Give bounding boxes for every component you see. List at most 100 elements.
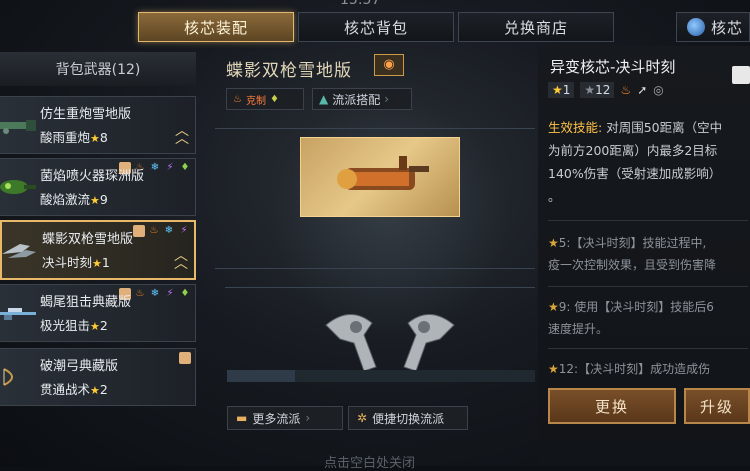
weapon-list-panel: 背包武器(12) 仿生重炮雪地版 酸雨重炮★8 ︿ ︿ ♨ ❄ ⚡ ♦ 菌焰喷火器… <box>0 52 196 466</box>
core-stars: 8 <box>99 130 108 145</box>
upgrade-button[interactable]: 升级 <box>684 388 750 424</box>
divider <box>548 348 748 349</box>
dual-pistol-icon <box>2 244 36 258</box>
skill-text: 。 <box>548 189 561 204</box>
tab-label: 兑换商店 <box>503 18 568 37</box>
core-name: 酸雨重炮 <box>40 130 91 145</box>
bonus-text: 速度提升。 <box>548 322 609 336</box>
core-stats: ★1 ★12 ♨ ➚ ◎ <box>548 82 664 98</box>
star-icon: ★ <box>90 132 100 145</box>
replace-label: 更换 <box>594 397 629 416</box>
weapon-card-1[interactable]: 仿生重炮雪地版 酸雨重炮★8 ︿ ︿ <box>0 96 196 154</box>
counter-tag-label: 克制 <box>245 95 266 107</box>
star-icon: ★ <box>90 320 100 333</box>
sniper-rifle-icon <box>0 308 36 320</box>
bullet-icon: ▬ <box>236 411 248 425</box>
bonus-text: 疫一次控制效果，且受到伤害降 <box>548 258 717 272</box>
fire-icon: ♨ <box>620 83 632 97</box>
tab-core-bag[interactable]: 核芯背包 <box>298 12 454 42</box>
core-name: 极光狙击 <box>40 318 91 333</box>
fire-icon: ♨ <box>149 225 159 236</box>
dual-pistols-model <box>325 314 455 372</box>
upgrade-label: 升级 <box>699 397 734 416</box>
weapon-card-5[interactable]: 破潮弓典藏版 贯通战术★2 <box>0 348 196 406</box>
weapon-core: 极光狙击★2 <box>40 315 108 334</box>
swirl-icon: ◎ <box>653 83 664 97</box>
weapon-card-4[interactable]: ♨ ❄ ⚡ ♦ 蝎尾狙击典藏版 极光狙击★2 <box>0 284 196 342</box>
core-stars: 9 <box>99 192 108 207</box>
core-name: 决斗时刻 <box>42 255 93 270</box>
more-styles-label: 更多流派 <box>252 411 301 426</box>
flamethrower-icon <box>0 180 36 194</box>
weapon-name: 蝎尾狙击典藏版 <box>40 295 132 310</box>
star-icon: ★ <box>548 362 559 376</box>
fire-icon: ♨ <box>135 288 145 299</box>
star-icon: ★ <box>584 83 596 97</box>
weapon-name: 仿生重炮雪地版 <box>40 107 132 122</box>
weapon-core: 酸雨重炮★8 <box>40 127 108 146</box>
droplet-icon: ♦ <box>180 288 190 299</box>
close-hint: 点击空白处关闭 <box>324 456 416 471</box>
skill-text: 为前方200距离）内最多2目标 <box>548 143 718 158</box>
progress-strip <box>227 370 535 382</box>
star-icon: ★ <box>90 194 100 207</box>
divider <box>548 220 748 221</box>
core-item-card[interactable] <box>300 137 460 217</box>
star-count-2: ★12 <box>580 82 615 98</box>
star-icon: ★ <box>552 83 563 97</box>
counter-tag[interactable]: ♨ 克制 ♦ <box>226 88 304 110</box>
weapon-title: 蝶影双枪雪地版 <box>226 61 352 81</box>
weapon-core: 酸焰激流★9 <box>40 189 108 208</box>
skill-description: 生效技能: 对周围50距离（空中 为前方200距离）内最多2目标 140%伤害（… <box>548 116 750 208</box>
bonus-9: ★9: 使用【决斗时刻】技能后6 速度提升。 <box>548 296 750 340</box>
lightning-icon: ⚡ <box>166 288 174 299</box>
top-tab-bar: 核芯装配 核芯背包 兑换商店 核芯 <box>0 0 750 46</box>
tab-exchange-shop[interactable]: 兑换商店 <box>458 12 614 42</box>
core-stars: 2 <box>99 318 108 333</box>
core-name: 贯通战术 <box>40 382 91 397</box>
gatling-core-icon <box>337 156 429 190</box>
heavy-cannon-icon <box>0 120 36 134</box>
star-icon: ★ <box>90 384 100 397</box>
tab-label: 核芯背包 <box>343 18 408 37</box>
core-currency-icon <box>687 18 705 36</box>
chevron-right-icon: › <box>305 411 311 425</box>
more-styles-button[interactable]: ▬ 更多流派 › <box>227 406 343 430</box>
star-value: 1 <box>562 83 571 97</box>
core-name: 酸焰激流 <box>40 192 91 207</box>
style-match-tag[interactable]: ▲ 流派搭配 › <box>312 88 412 110</box>
gear-icon: ✲ <box>357 411 368 425</box>
triangle-icon: ▲ <box>319 92 329 106</box>
skill-label: 生效技能: <box>548 120 603 135</box>
tab-core-currency[interactable]: 核芯 <box>676 12 750 42</box>
eye-icon[interactable]: ◉ <box>374 54 404 76</box>
weapon-card-3-selected[interactable]: ♨ ❄ ⚡ 蝶影双枪雪地版 决斗时刻★1 ︿ ︿ <box>0 220 196 280</box>
core-detail-panel: 异变核芯-决斗时刻 ★1 ★12 ♨ ➚ ◎ 生效技能: 对周围50距离（空中 … <box>538 46 750 466</box>
grid-icon <box>179 352 191 364</box>
weapon-core: 贯通战术★2 <box>40 379 108 398</box>
divider <box>215 128 535 129</box>
replace-button[interactable]: 更换 <box>548 388 676 424</box>
chevron-up-icon: ︿ ︿ <box>174 248 188 272</box>
skill-text: 对周围50距离（空中 <box>606 120 723 135</box>
divider <box>215 268 535 269</box>
tab-label: 核芯 <box>711 18 744 37</box>
weapon-list-title: 背包武器(12) <box>0 52 196 86</box>
tab-core-assembly[interactable]: 核芯装配 <box>138 12 294 42</box>
quick-switch-button[interactable]: ✲ 便捷切换流派 <box>348 406 468 430</box>
tab-label: 核芯装配 <box>183 18 248 37</box>
weapon-name: 菌焰喷火器琛洲版 <box>40 169 145 184</box>
snowflake-icon: ❄ <box>150 162 160 173</box>
style-match-label: 流派搭配 <box>332 92 381 107</box>
star-value: 12 <box>595 83 611 97</box>
snowflake-icon: ❄ <box>150 288 160 299</box>
list-icon[interactable] <box>732 66 750 84</box>
weapon-card-2[interactable]: ♨ ❄ ⚡ ♦ 菌焰喷火器琛洲版 酸焰激流★9 <box>0 158 196 216</box>
star-icon: ★ <box>548 236 559 250</box>
bonus-12: ★12:【决斗时刻】成功造成伤 <box>548 358 750 380</box>
grid-icon <box>133 225 145 237</box>
weapon-name: 蝶影双枪雪地版 <box>42 232 134 247</box>
bonus-5: ★5:【决斗时刻】技能过程中, 疫一次控制效果，且受到伤害降 <box>548 232 750 276</box>
chevron-up-icon: ︿ ︿ <box>175 123 189 147</box>
bonus-text: 12:【决斗时刻】成功造成伤 <box>558 362 711 376</box>
